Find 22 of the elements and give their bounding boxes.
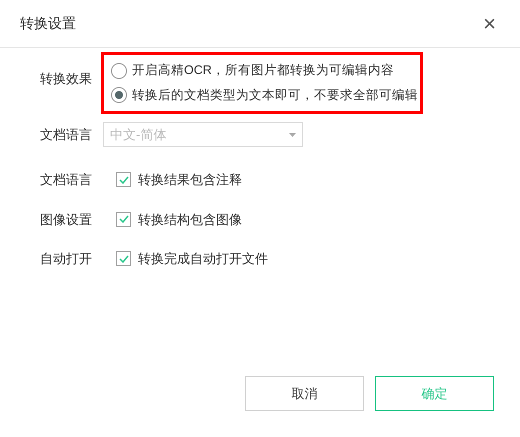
field-label: 自动打开	[40, 250, 93, 268]
checkbox[interactable]	[116, 212, 131, 227]
field-label: 转换效果	[40, 70, 93, 88]
radio-button[interactable]	[111, 87, 127, 104]
check-icon	[118, 254, 128, 263]
field-label: 文档语言	[40, 126, 93, 144]
checkbox-label: 转换结果包含注释	[138, 171, 242, 189]
checkbox-label: 转换结构包含图像	[138, 210, 242, 228]
caret-icon	[289, 132, 296, 136]
checkbox[interactable]	[116, 172, 131, 188]
checkbox[interactable]	[116, 251, 131, 266]
checkbox-label: 转换完成自动打开文件	[138, 250, 268, 268]
close-button[interactable]: ×	[483, 12, 496, 34]
field-label: 文档语言	[40, 171, 93, 189]
cancel-button[interactable]: 取消	[245, 376, 364, 411]
radio-button[interactable]	[111, 62, 127, 79]
dialog-title: 转换设置	[20, 14, 76, 33]
check-icon	[118, 176, 128, 184]
radio-label: 转换后的文档类型为文本即可，不要求全部可编辑	[132, 87, 418, 104]
field-label: 图像设置	[40, 210, 93, 228]
check-icon	[118, 215, 128, 224]
radio-label: 开启高精OCR，所有图片都转换为可编辑内容	[132, 62, 394, 80]
